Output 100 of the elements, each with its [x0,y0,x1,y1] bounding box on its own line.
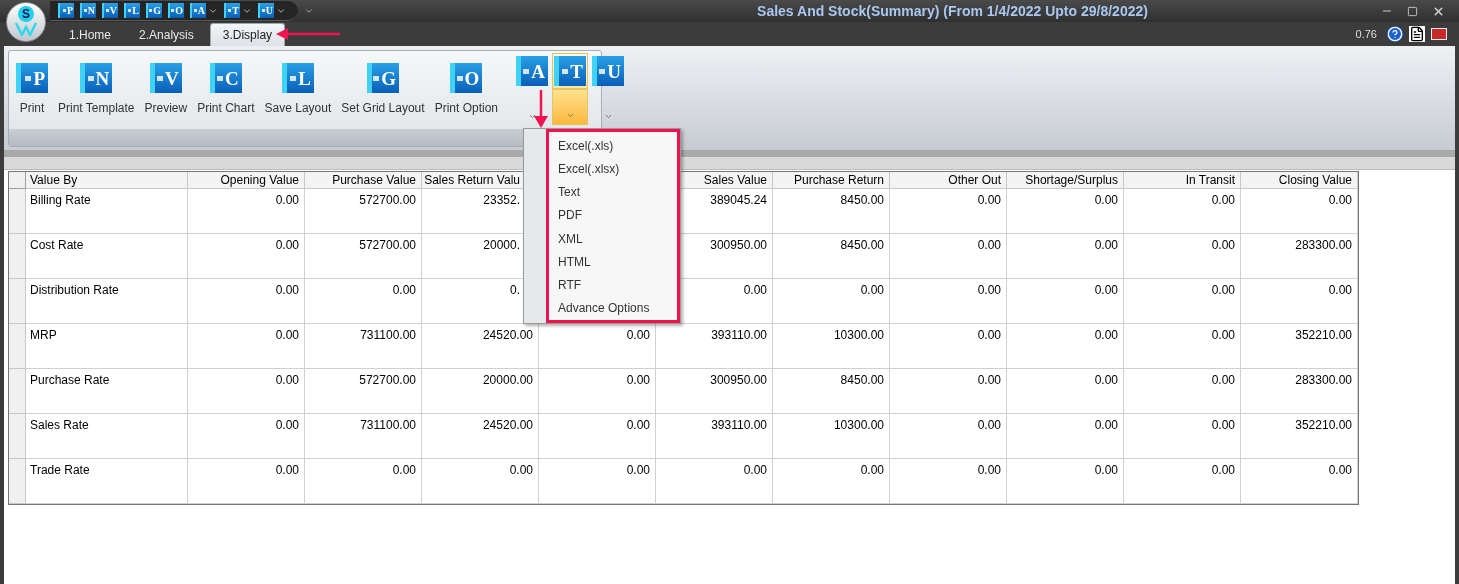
table-cell: Distribution Rate [26,279,188,324]
row-header[interactable] [9,234,26,279]
table-cell: 0.00 [890,234,1007,279]
ribbon-tab[interactable]: 2.Analysis [127,23,206,46]
column-header[interactable]: Shortage/Surplus [1007,172,1124,189]
table-cell: 0.00 [1007,324,1124,369]
ribbon-button[interactable]: N Print Template [54,53,139,123]
table-cell: 0.00 [539,459,656,504]
caret-icon [527,112,537,121]
table-cell: 0.00 [188,279,305,324]
table-cell: 572700.00 [305,369,422,414]
column-header[interactable]: In Transit [1124,172,1241,189]
table-cell: 0.00 [539,369,656,414]
row-header[interactable] [9,369,26,414]
column-header[interactable]: Value By [26,172,188,189]
toolbar-button[interactable]: P [58,3,74,18]
table-cell: 300950.00 [656,369,773,414]
window-title: Sales And Stock(Summary) (From 1/4/2022 Upto 29/8/2022) [757,1,1148,21]
table-cell: Sales Rate [26,414,188,459]
table-cell: 10300.00 [773,414,890,459]
ribbon-button[interactable]: O Print Option [430,53,502,123]
column-header[interactable]: Other Out [890,172,1007,189]
letter-icon: O [450,63,483,93]
column-header[interactable]: Closing Value [1241,172,1358,189]
table-cell: 0.00 [188,459,305,504]
grid-corner[interactable] [9,172,26,189]
toolbar-button[interactable]: G [146,3,162,18]
letter-icon: G [366,63,399,93]
version-label: 0.76 [1355,26,1377,42]
table-cell: 572700.00 [305,234,422,279]
table-cell: 0.00 [539,414,656,459]
letter-icon: L [281,63,314,93]
maximize-icon[interactable] [1407,5,1418,17]
letter-icon: V [149,63,182,93]
row-header[interactable] [9,189,26,234]
table-cell: 731100.00 [305,324,422,369]
table-cell: 24520.00 [422,414,539,459]
row-header[interactable] [9,279,26,324]
table-cell: Cost Rate [26,234,188,279]
table-cell: 0.00 [188,414,305,459]
table-cell: 0.00 [188,234,305,279]
row-header[interactable] [9,324,26,369]
ribbon-button[interactable]: G Set Grid Layout [337,53,429,123]
close-icon[interactable] [1432,4,1445,18]
toolbar-button[interactable]: O [168,3,184,18]
ribbon-button[interactable]: V Preview [140,53,192,123]
table-cell: 283300.00 [1241,369,1358,414]
table-cell: 0.00 [1241,459,1358,504]
toolbar-button[interactable]: N [80,3,96,18]
table-cell: 572700.00 [305,189,422,234]
table-cell: 8450.00 [773,189,890,234]
table-cell: 0.00 [890,369,1007,414]
table-cell: 352210.00 [1241,324,1358,369]
table-cell: 24520.00 [422,324,539,369]
letter-icon: C [209,63,242,93]
table-cell: 0.00 [773,279,890,324]
document-icon[interactable] [1409,25,1425,42]
annotation-arrow [276,28,340,40]
table-cell: 352210.00 [1241,414,1358,459]
table-cell: 0.00 [1124,324,1241,369]
table-cell: 0.00 [890,279,1007,324]
table-cell: 0.00 [890,189,1007,234]
table-cell: 283300.00 [1241,234,1358,279]
table-cell: 0.00 [890,459,1007,504]
table-cell: 0.00 [1124,459,1241,504]
table-cell: MRP [26,324,188,369]
caret-icon [565,111,575,120]
row-header[interactable] [9,459,26,504]
table-cell: 10300.00 [773,324,890,369]
table-cell: 0.00 [1007,369,1124,414]
table-cell: 731100.00 [305,414,422,459]
column-header[interactable]: Purchase Return [773,172,890,189]
help-icon[interactable] [1387,25,1403,42]
caret-icon [603,112,613,121]
table-cell: 393110.00 [656,414,773,459]
ribbon-button[interactable]: C Print Chart [193,53,259,123]
table-cell: 0.00 [1241,189,1358,234]
exit-icon[interactable] [1431,27,1447,40]
table-cell: 20000.00 [422,369,539,414]
column-header[interactable]: Purchase Value [305,172,422,189]
table-cell: 0.00 [1124,234,1241,279]
table-cell: 0.00 [188,189,305,234]
table-cell: 0.00 [656,459,773,504]
app-logo[interactable]: S [6,2,46,42]
table-cell: 0.00 [890,414,1007,459]
table-cell: 0.00 [188,324,305,369]
customize-toolbar-icon[interactable] [304,6,314,16]
column-header[interactable]: Opening Value [188,172,305,189]
row-header[interactable] [9,414,26,459]
table-cell: 0.00 [305,279,422,324]
table-cell: 0.00 [1007,414,1124,459]
ribbon-tab[interactable]: 1.Home [57,23,124,46]
menu-item[interactable]: Excel(.xls) [549,134,677,158]
ribbon-button[interactable]: L Save Layout [260,53,336,123]
ribbon-button[interactable]: P Print [12,53,52,123]
toolbar-button[interactable]: V [102,3,118,18]
table-cell: 0.00 [422,459,539,504]
ribbon-tab[interactable]: 3.Display [209,23,286,46]
toolbar-button[interactable]: L [124,3,140,18]
letter-icon: P [16,63,48,93]
